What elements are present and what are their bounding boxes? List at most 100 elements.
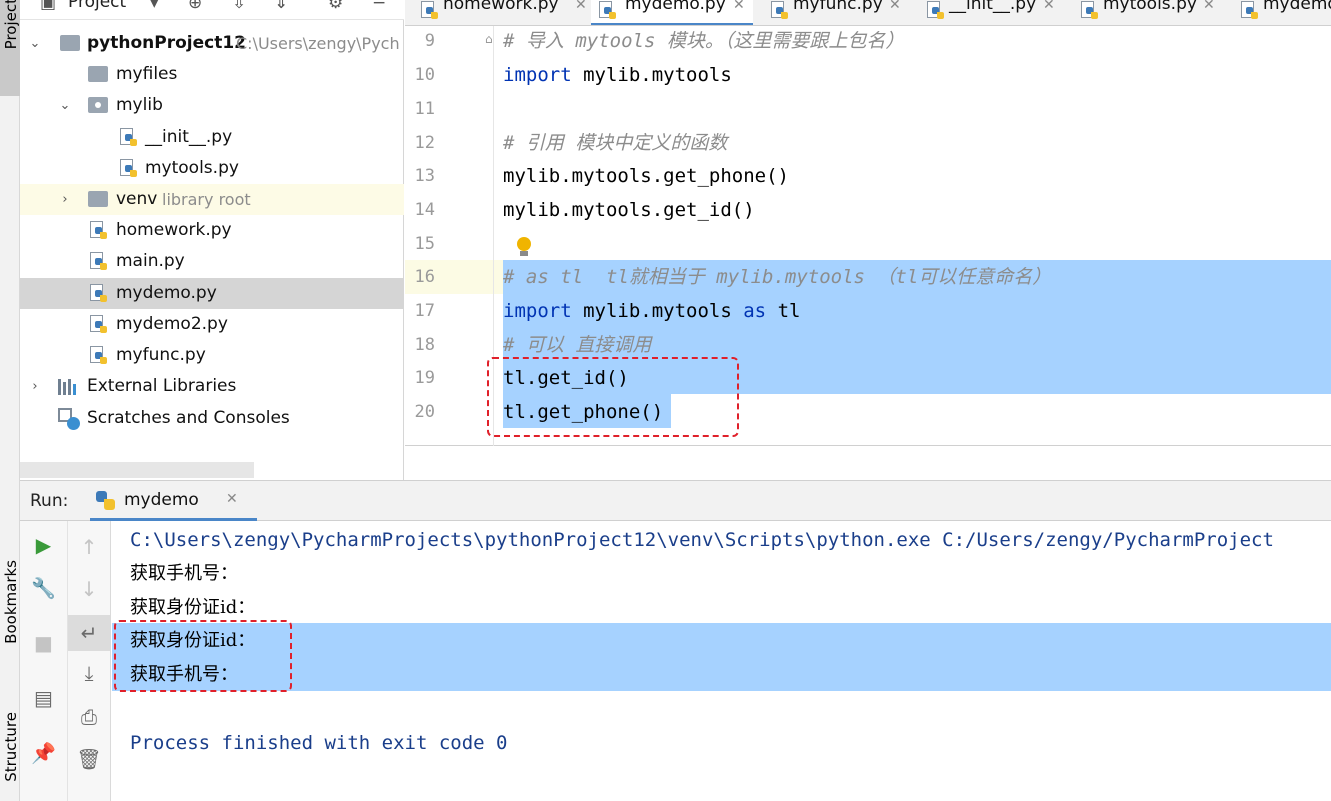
run-label: Run:	[30, 491, 69, 511]
python-file-icon	[90, 221, 108, 241]
locate-icon[interactable]: ⊕	[188, 0, 202, 14]
python-icon	[96, 491, 116, 511]
stop-icon[interactable]: ■	[20, 631, 67, 655]
tree-row-mydemo2-py[interactable]: mydemo2.py	[20, 309, 404, 340]
rerun-icon[interactable]: ▶	[20, 533, 67, 557]
wrench-icon[interactable]: 🔧	[20, 576, 67, 600]
tab-label: homework.py	[443, 0, 559, 14]
code-line: # as tl tl就相当于 mylib.mytools （tl可以任意命名）	[503, 260, 1051, 294]
python-file-icon	[1081, 1, 1099, 21]
tab-mydemo-overflow[interactable]: mydemo	[1237, 0, 1331, 25]
tab-myfunc-py[interactable]: myfunc.py ✕	[767, 0, 913, 25]
arrow-down-icon[interactable]: ↓	[68, 577, 110, 601]
code-line: mylib.mytools.get_phone()	[503, 165, 789, 187]
close-icon[interactable]: ✕	[889, 0, 901, 14]
gear-icon[interactable]: ⚙	[328, 0, 343, 14]
line-number: 10	[414, 65, 435, 85]
tab-homework-py[interactable]: homework.py ✕	[417, 0, 587, 25]
tab-label: __init__.py	[949, 0, 1037, 14]
tab-mydemo-py[interactable]: mydemo.py ✕	[591, 0, 753, 25]
close-icon[interactable]: ✕	[1043, 0, 1055, 14]
chevron-right-icon[interactable]: ›	[58, 184, 72, 215]
run-tab-label: mydemo	[124, 490, 199, 510]
python-file-icon	[90, 315, 108, 335]
line-number: 12	[414, 133, 435, 153]
close-icon[interactable]: ✕	[575, 0, 587, 14]
left-tool-stripe: Project Bookmarks Structure	[0, 0, 20, 801]
pin-icon[interactable]: 📌	[20, 741, 67, 765]
annotation-dashed-box	[114, 620, 292, 692]
tree-row-venv[interactable]: › venv library root	[20, 184, 404, 215]
tab-init-py[interactable]: __init__.py ✕	[923, 0, 1069, 25]
chevron-down-icon[interactable]: ⌄	[58, 90, 72, 121]
print-icon[interactable]: ⎙	[68, 705, 110, 729]
tree-label: __init__.py	[145, 127, 233, 147]
scroll-to-end-icon[interactable]: ⤓	[68, 661, 110, 685]
line-number: 9	[424, 31, 435, 51]
tree-row-init-py[interactable]: __init__.py	[20, 122, 404, 153]
code-editor[interactable]: ⌂ 9 # 导入 mytools 模块。（这里需要跟上包名） 10 import…	[405, 26, 1331, 446]
chevron-down-icon[interactable]: ▾	[150, 0, 159, 14]
project-stripe-button[interactable]: Project	[0, 0, 20, 96]
code-line: mylib.mytools.get_id()	[503, 199, 755, 221]
code-keyword: import	[503, 300, 572, 322]
bookmarks-stripe-label[interactable]: Bookmarks	[2, 560, 20, 644]
soft-wrap-icon[interactable]: ↵	[68, 615, 110, 651]
tree-row-main-py[interactable]: main.py	[20, 246, 404, 277]
expand-all-icon[interactable]: ⇳	[232, 0, 246, 14]
tree-label: External Libraries	[87, 376, 237, 396]
tree-row-mydemo-py[interactable]: mydemo.py	[20, 278, 404, 309]
code-text: mylib.mytools	[571, 300, 744, 322]
layout-icon[interactable]: ▤	[20, 686, 67, 710]
code-text: mylib.mytools	[571, 64, 732, 86]
tree-label: mydemo.py	[116, 283, 217, 303]
structure-stripe-label[interactable]: Structure	[2, 712, 20, 782]
line-number: 17	[414, 301, 435, 321]
line-number: 19	[414, 368, 435, 388]
project-view-icon: ▣	[40, 0, 57, 13]
chevron-right-icon[interactable]: ›	[28, 371, 42, 402]
scratches-icon	[58, 408, 80, 430]
minimize-icon[interactable]: −	[372, 0, 386, 14]
tree-label: Scratches and Consoles	[87, 408, 290, 428]
run-tab-mydemo[interactable]: mydemo ✕	[90, 481, 257, 521]
line-number: 13	[414, 166, 435, 186]
code-comment: # as tl tl就相当于 mylib.mytools （tl可以任意命名）	[503, 266, 1052, 288]
tree-label: mydemo2.py	[116, 314, 228, 334]
run-console-output[interactable]: C:\Users\zengy\PycharmProjects\pythonPro…	[112, 521, 1331, 801]
python-file-icon	[771, 1, 789, 21]
tree-row-external-libraries[interactable]: › External Libraries	[20, 371, 404, 402]
project-title[interactable]: Project	[68, 0, 126, 12]
arrow-up-icon[interactable]: ↑	[68, 535, 110, 559]
libraries-icon	[58, 379, 80, 395]
close-icon[interactable]: ✕	[733, 0, 745, 14]
trash-icon[interactable]: 🗑	[68, 747, 110, 771]
tree-row-myfiles[interactable]: myfiles	[20, 59, 404, 90]
tab-mytools-py[interactable]: mytools.py ✕	[1077, 0, 1227, 25]
tree-row-myfunc-py[interactable]: myfunc.py	[20, 340, 404, 371]
python-file-icon	[90, 252, 108, 272]
console-actions-toolbar: ↑ ↓ ↵ ⤓ ⎙ 🗑	[68, 521, 111, 801]
line-number: 16	[414, 267, 435, 287]
code-text: tl	[766, 300, 801, 322]
python-file-icon	[120, 159, 138, 179]
close-icon[interactable]: ✕	[1203, 0, 1215, 14]
horizontal-scrollbar[interactable]	[20, 462, 254, 478]
tree-row-mytools-py[interactable]: mytools.py	[20, 153, 404, 184]
intention-bulb-icon[interactable]	[517, 237, 531, 257]
tree-hint: C:\Users\zengy\Pych	[236, 34, 400, 53]
collapse-all-icon[interactable]: ⇕	[274, 0, 288, 14]
tab-label: mydemo.py	[625, 0, 726, 14]
fold-icon[interactable]: ⌂	[485, 32, 493, 46]
chevron-down-icon[interactable]: ⌄	[28, 28, 42, 59]
run-actions-toolbar: ▶ 🔧 ■ ▤ 📌	[20, 521, 68, 801]
annotation-dashed-box	[487, 357, 739, 437]
close-icon[interactable]: ✕	[226, 491, 238, 507]
tree-row-mylib[interactable]: ⌄ mylib	[20, 90, 404, 121]
folder-icon	[60, 35, 80, 51]
tree-hint: library root	[162, 190, 251, 209]
tree-row-scratches[interactable]: Scratches and Consoles	[20, 403, 404, 434]
tree-row-project-root[interactable]: ⌄ pythonProject12 C:\Users\zengy\Pych	[20, 28, 404, 59]
tree-label: main.py	[116, 251, 185, 271]
tree-row-homework-py[interactable]: homework.py	[20, 215, 404, 246]
